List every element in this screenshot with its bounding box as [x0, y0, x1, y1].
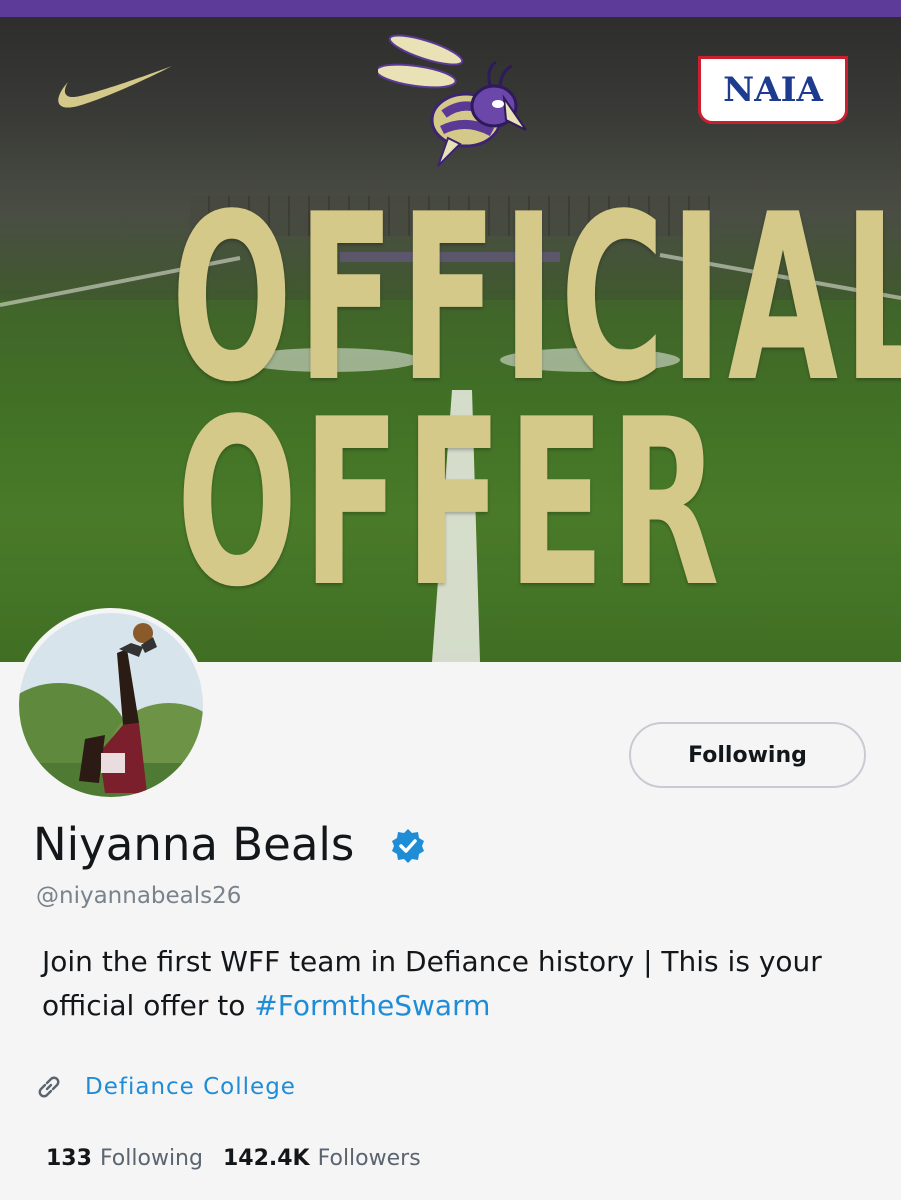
- followers-label: Followers: [317, 1146, 421, 1171]
- following-stat[interactable]: 133 Following: [46, 1146, 203, 1171]
- profile-name: Niyanna Beals: [33, 818, 355, 871]
- followers-stat[interactable]: 142.4K Followers: [223, 1146, 421, 1171]
- headline-offer: OFFER: [176, 371, 725, 638]
- following-count: 133: [46, 1146, 92, 1171]
- naia-logo-text: NAIA: [723, 70, 823, 110]
- avatar[interactable]: [14, 608, 208, 802]
- bio-hashtag-link[interactable]: #FormtheSwarm: [254, 989, 490, 1022]
- naia-logo: NAIA: [698, 56, 848, 124]
- profile-banner[interactable]: NAIA OFFICIAL OFFER: [0, 0, 901, 662]
- website-link-text[interactable]: Defiance College: [85, 1074, 296, 1100]
- profile-stats: 133 Following 142.4K Followers: [46, 1146, 421, 1171]
- following-label: Following: [99, 1146, 203, 1171]
- profile-handle: @niyannabeals26: [36, 883, 242, 909]
- avatar-photo: [19, 613, 203, 797]
- profile-name-row: Niyanna Beals: [33, 818, 426, 871]
- profile-bio: Join the first WFF team in Defiance hist…: [42, 940, 892, 1028]
- profile-website[interactable]: Defiance College: [35, 1073, 296, 1101]
- nike-swoosh-logo: [58, 66, 172, 108]
- following-button[interactable]: Following: [629, 722, 866, 788]
- link-icon: [38, 1076, 60, 1098]
- hornet-mascot-logo: [378, 34, 527, 167]
- verified-badge-icon: [392, 828, 425, 863]
- followers-count: 142.4K: [222, 1146, 310, 1171]
